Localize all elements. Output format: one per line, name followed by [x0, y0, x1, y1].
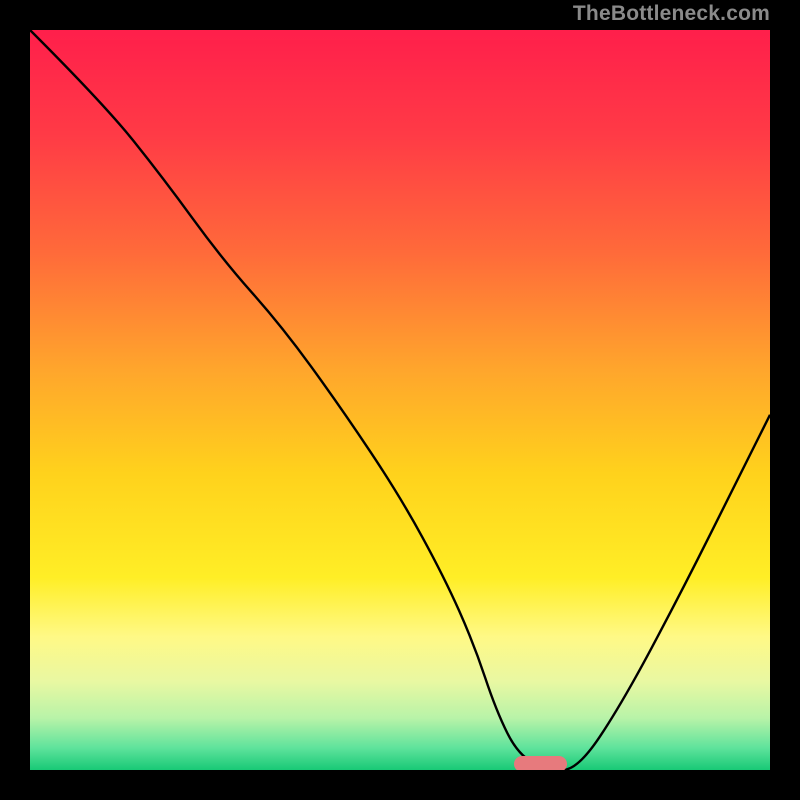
optimal-region-marker	[514, 756, 566, 770]
chart-frame: TheBottleneck.com	[0, 0, 800, 800]
bottleneck-curve	[30, 30, 770, 770]
watermark-text: TheBottleneck.com	[573, 2, 770, 26]
plot-area	[30, 30, 770, 770]
